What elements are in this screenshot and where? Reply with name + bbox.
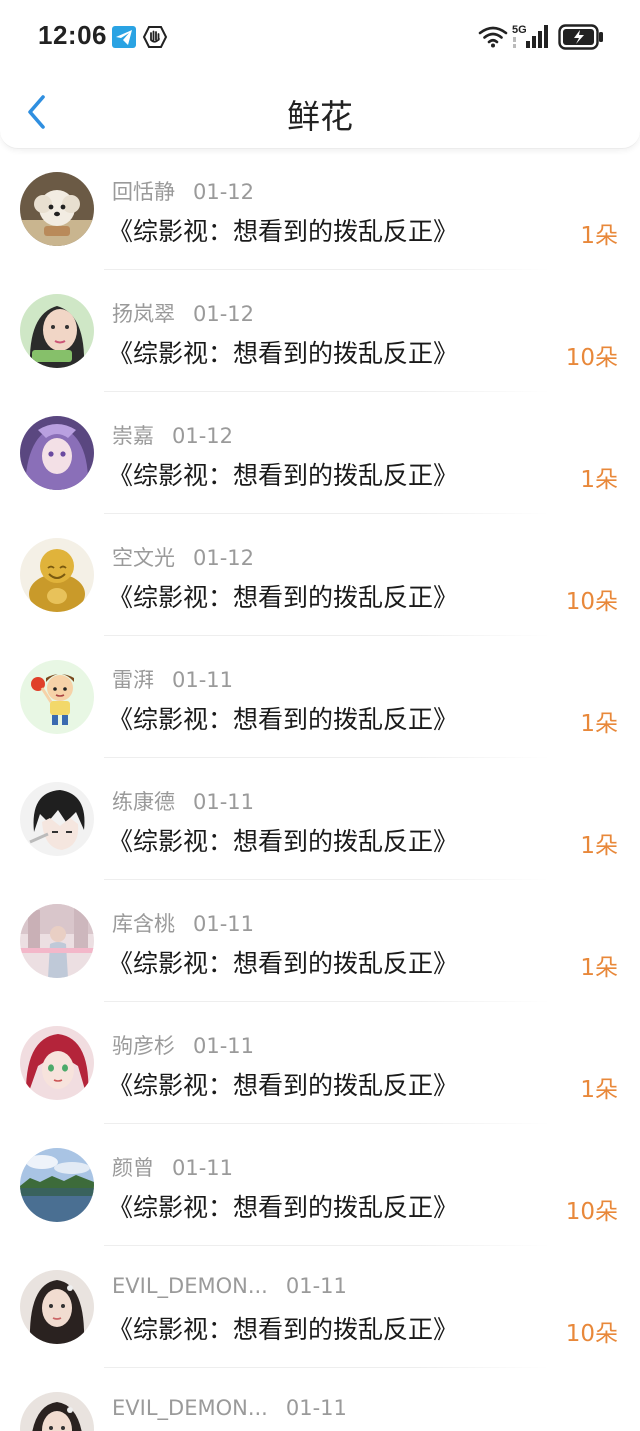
item-date: 01-12 [193,180,255,204]
list-item[interactable]: 扬岚翠 01-12 《综影视：想看到的拨乱反正》 10朵 [0,270,640,392]
battery-charging-icon [558,24,604,54]
book-title: 《综影视：想看到的拨乱反正》 [108,949,459,978]
item-date: 01-11 [285,1396,347,1420]
status-bar: 12:06 5G [0,0,640,76]
item-meta: 回恬静 01-12 [112,176,254,206]
item-meta: EVIL_DEMON... 01-11 [112,1396,347,1420]
item-date: 01-11 [193,1034,255,1058]
anime-boy-avatar[interactable] [20,782,94,856]
user-name[interactable]: 雷湃 [112,664,154,694]
book-title: 《综影视：想看到的拨乱反正》 [108,339,459,368]
flower-count: 10朵 [565,345,618,371]
golden-buddha-avatar[interactable] [20,538,94,612]
wifi-icon [478,26,508,52]
anime-purple-avatar[interactable] [20,416,94,490]
book-title: 《综影视：想看到的拨乱反正》 [108,217,459,246]
item-date: 01-12 [193,546,255,570]
hand-shield-icon [142,24,168,54]
woman-portrait-avatar[interactable] [20,1392,94,1431]
telegram-icon [112,26,136,52]
user-name[interactable]: 颜曾 [112,1152,154,1182]
book-title: 《综影视：想看到的拨乱反正》 [108,1193,459,1222]
book-title: 《综影视：想看到的拨乱反正》 [108,1071,459,1100]
item-date: 01-11 [193,790,255,814]
item-meta: EVIL_DEMON... 01-11 [112,1274,347,1298]
user-name[interactable]: 库含桃 [112,908,175,938]
signal-5g-icon: 5G [512,22,550,54]
item-date: 01-11 [193,912,255,936]
landscape-avatar[interactable] [20,1148,94,1222]
flower-list: 回恬静 01-12 《综影视：想看到的拨乱反正》 1朵 扬岚翠 01-12 《综影视… [0,148,640,1431]
page-title: 鲜花 [287,97,353,136]
girl-avatar[interactable] [20,294,94,368]
item-date: 01-12 [193,302,255,326]
item-meta: 雷湃 01-11 [112,664,233,694]
user-name[interactable]: 空文光 [112,542,175,572]
flower-count: 1朵 [580,711,618,737]
list-item[interactable]: 驹彦杉 01-11 《综影视：想看到的拨乱反正》 1朵 [0,1002,640,1124]
list-item[interactable]: 空文光 01-12 《综影视：想看到的拨乱反正》 10朵 [0,514,640,636]
book-title: 《综影视：想看到的拨乱反正》 [108,705,459,734]
flower-count: 1朵 [580,223,618,249]
item-date: 01-11 [172,668,234,692]
flower-count: 10朵 [565,1199,618,1225]
flower-count: 1朵 [580,467,618,493]
user-name[interactable]: 练康德 [112,786,175,816]
status-time: 12:06 [38,20,107,50]
user-name[interactable]: EVIL_DEMON... [112,1396,268,1420]
list-item[interactable]: EVIL_DEMON... 01-11 《综影视：想看到的拨乱反正》 10朵 [0,1246,640,1368]
pastel-photo-avatar[interactable] [20,904,94,978]
cartoon-boy-avatar[interactable] [20,660,94,734]
book-title: 《综影视：想看到的拨乱反正》 [108,827,459,856]
item-date: 01-11 [285,1274,347,1298]
flower-count: 1朵 [580,1077,618,1103]
user-name[interactable]: 驹彦杉 [112,1030,175,1060]
user-name[interactable]: 崇嘉 [112,420,154,450]
item-meta: 空文光 01-12 [112,542,254,572]
anime-redhair-avatar[interactable] [20,1026,94,1100]
dog-avatar[interactable] [20,172,94,246]
item-meta: 颜曾 01-11 [112,1152,233,1182]
item-meta: 崇嘉 01-12 [112,420,233,450]
item-date: 01-12 [172,424,234,448]
list-item[interactable]: EVIL_DEMON... 01-11 [0,1368,640,1431]
user-name[interactable]: 回恬静 [112,176,175,206]
list-item[interactable]: 崇嘉 01-12 《综影视：想看到的拨乱反正》 1朵 [0,392,640,514]
item-date: 01-11 [172,1156,234,1180]
list-item[interactable]: 颜曾 01-11 《综影视：想看到的拨乱反正》 10朵 [0,1124,640,1246]
nav-bar: 鲜花 [0,76,640,148]
list-item[interactable]: 回恬静 01-12 《综影视：想看到的拨乱反正》 1朵 [0,148,640,270]
flower-count: 1朵 [580,955,618,981]
item-meta: 驹彦杉 01-11 [112,1030,254,1060]
book-title: 《综影视：想看到的拨乱反正》 [108,461,459,490]
flower-count: 10朵 [565,1321,618,1347]
list-item[interactable]: 库含桃 01-11 《综影视：想看到的拨乱反正》 1朵 [0,880,640,1002]
network-label: 5G [512,24,527,36]
header: 12:06 5G 鲜花 [0,0,640,149]
user-name[interactable]: 扬岚翠 [112,298,175,328]
item-meta: 练康德 01-11 [112,786,254,816]
list-item[interactable]: 雷湃 01-11 《综影视：想看到的拨乱反正》 1朵 [0,636,640,758]
list-item[interactable]: 练康德 01-11 《综影视：想看到的拨乱反正》 1朵 [0,758,640,880]
item-meta: 库含桃 01-11 [112,908,254,938]
woman-portrait-avatar[interactable] [20,1270,94,1344]
flower-count: 10朵 [565,589,618,615]
book-title: 《综影视：想看到的拨乱反正》 [108,1315,459,1344]
user-name[interactable]: EVIL_DEMON... [112,1274,268,1298]
book-title: 《综影视：想看到的拨乱反正》 [108,583,459,612]
item-meta: 扬岚翠 01-12 [112,298,254,328]
flower-count: 1朵 [580,833,618,859]
